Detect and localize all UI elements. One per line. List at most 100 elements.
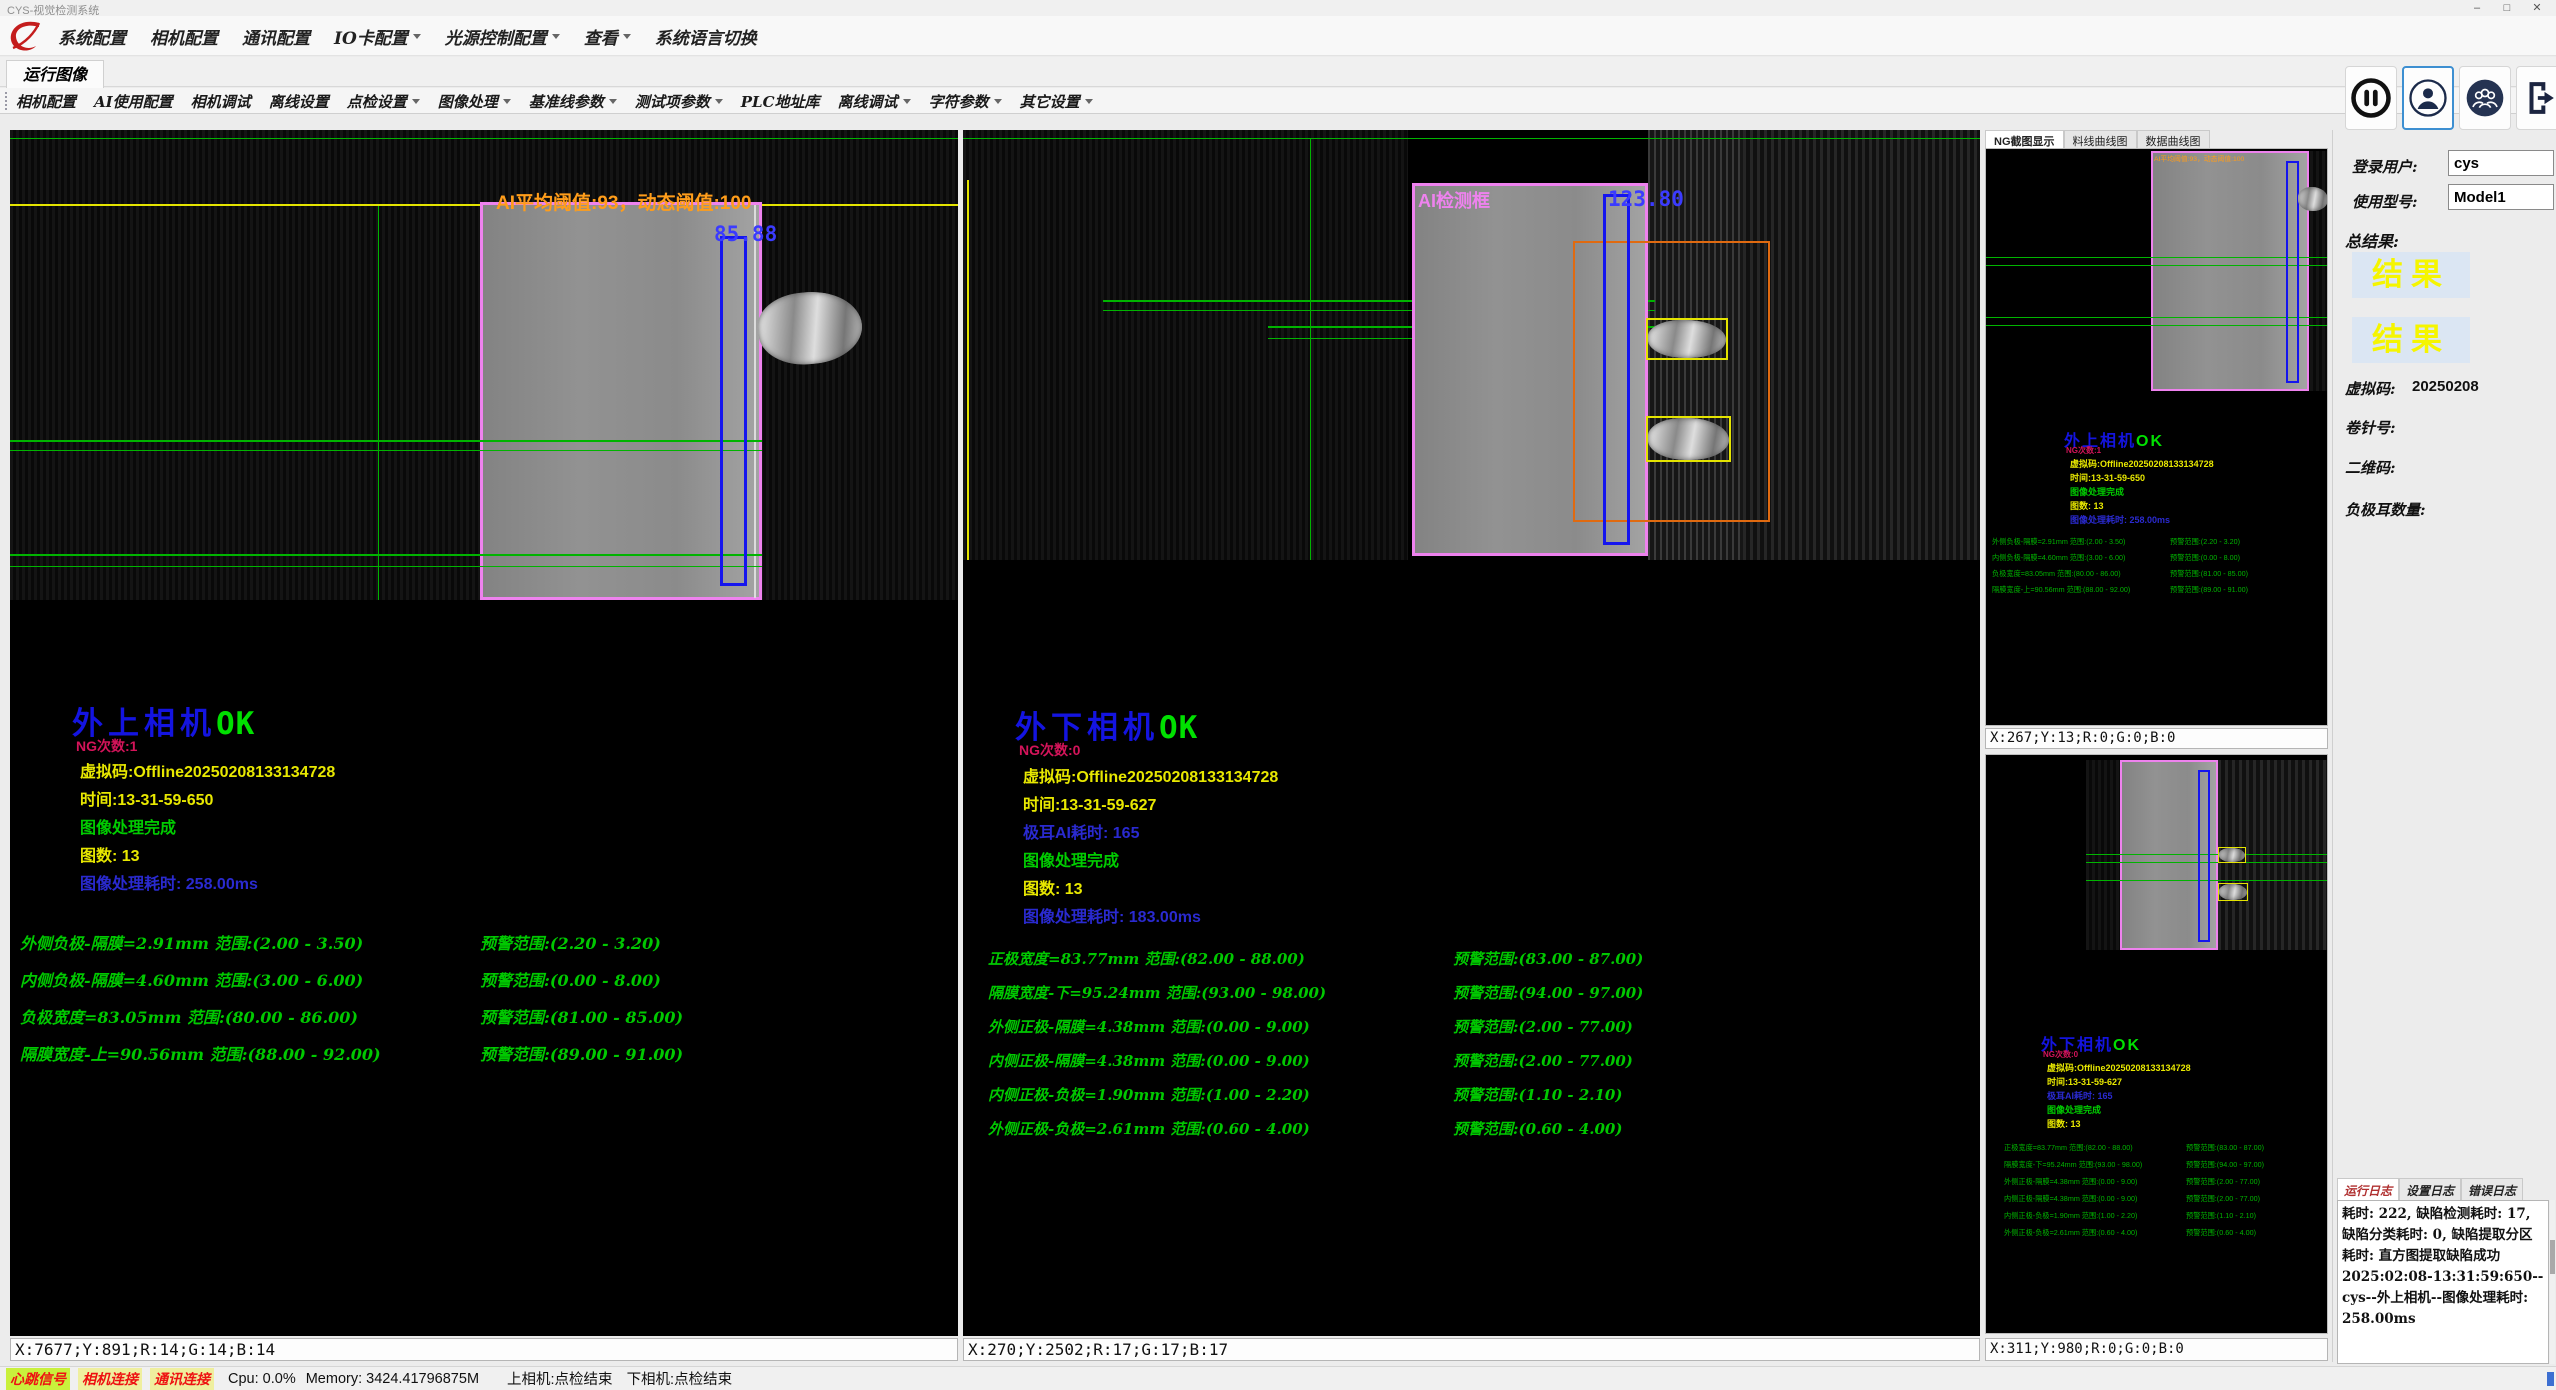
thumb-measurement-row: 内侧负极-隔膜=4.60mm 范围:(3.00 - 6.00)预警范围:(0.0…	[1992, 553, 2327, 563]
maximize-icon[interactable]: □	[2492, 0, 2522, 16]
measure-blue-box	[2286, 161, 2299, 383]
tab-yellow-box	[1646, 416, 1731, 462]
center-camera-image[interactable]: AI检测框 123.80	[963, 130, 1980, 560]
menu-comm-config[interactable]: 通讯配置	[242, 24, 310, 49]
tab-run-log[interactable]: 运行日志	[2337, 1178, 2399, 1200]
total-result-label: 总结果:	[2345, 228, 2399, 252]
minimize-icon[interactable]: –	[2462, 0, 2492, 16]
measure-blue-box	[1603, 194, 1630, 545]
tool-char-params[interactable]: 字符参数	[929, 91, 1002, 112]
thumb-measurement-row: 隔膜宽度-下=95.24mm 范围:(93.00 - 98.00)预警范围:(9…	[2004, 1160, 2328, 1170]
tool-image-processing[interactable]: 图像处理	[438, 91, 511, 112]
pause-button[interactable]	[2345, 66, 2397, 130]
measurement-row: 外侧正极-隔膜=4.38mm 范围:(0.00 - 9.00)预警范围:(2.0…	[988, 1016, 1980, 1036]
time-text: 时间:13-31-59-627	[1023, 791, 1156, 815]
thumb-ng: NG次数:0	[2043, 1049, 2078, 1060]
chevron-down-icon	[903, 99, 911, 104]
measurement-row: 内侧负极-隔膜=4.60mm 范围:(3.00 - 6.00)预警范围:(0.0…	[20, 967, 958, 987]
login-user-label: 登录用户:	[2352, 156, 2418, 177]
ng-count-text: NG次数:1	[76, 736, 137, 756]
thumb-frames: 图数: 13	[2047, 1117, 2081, 1130]
thumb-time: 时间:13-31-59-627	[2047, 1075, 2122, 1088]
menu-io-card-config[interactable]: IO卡配置	[334, 24, 421, 49]
model-label: 使用型号:	[2352, 191, 2418, 212]
sheet-edge-line	[754, 205, 756, 598]
thumb-measurement-row: 正极宽度=83.77mm 范围:(82.00 - 88.00)预警范围:(83.…	[2004, 1143, 2328, 1153]
thumb-measurement-row: 外侧正极-负极=2.61mm 范围:(0.60 - 4.00)预警范围:(0.6…	[2004, 1228, 2328, 1238]
toolbar-grip-handle[interactable]	[5, 92, 8, 110]
chevron-down-icon	[609, 99, 617, 104]
result-badge-lower: 结果	[2352, 317, 2470, 363]
measurement-row: 隔膜宽度-上=90.56mm 范围:(88.00 - 92.00)预警范围:(8…	[20, 1041, 958, 1061]
negative-tab-count-label: 负极耳数量:	[2345, 499, 2426, 520]
tool-offline-debug[interactable]: 离线调试	[838, 91, 911, 112]
tool-baseline-params[interactable]: 基准线参数	[529, 91, 617, 112]
ai-threshold-overlay: AI平均阈值:93，动态阈值:100	[496, 188, 752, 215]
login-user-input[interactable]	[2448, 150, 2554, 176]
user-icon	[2408, 78, 2448, 118]
menu-items: 系统配置 相机配置 通讯配置 IO卡配置 光源控制配置 查看 系统语言切换	[58, 16, 757, 56]
pin-number-label: 卷针号:	[2345, 417, 2396, 438]
window-controls: – □ ✕	[2462, 0, 2552, 16]
tool-test-item-params[interactable]: 测试项参数	[635, 91, 723, 112]
virtual-code-text: 虚拟码:Offline20250208133134728	[1023, 763, 1278, 787]
resize-grip[interactable]	[2547, 1372, 2554, 1386]
memory-usage-text: Memory: 3424.41796875M	[306, 1371, 479, 1387]
log-scrollbar[interactable]	[2550, 1200, 2555, 1364]
thumb-done: 图像处理完成	[2070, 485, 2124, 498]
virtual-code-label: 虚拟码:	[2345, 378, 2396, 399]
app-window: CYS-视觉检测系统 – □ ✕ 系统配置 相机配置 通讯配置 IO卡配置 光源…	[0, 0, 2556, 1390]
tool-spot-check-settings[interactable]: 点检设置	[347, 91, 420, 112]
ng-thumbnail-upper[interactable]: AI平均阈值:93，动态阈值:100 外上相机OK NG次数:1 虚拟码:Off…	[1985, 148, 2328, 726]
thumb-ng: NG次数:1	[2066, 445, 2101, 456]
exit-button[interactable]	[2516, 66, 2556, 130]
tool-camera-debug[interactable]: 相机调试	[191, 91, 251, 112]
thumb-measurement-row: 外侧负极-隔膜=2.91mm 范围:(2.00 - 3.50)预警范围:(2.2…	[1992, 537, 2327, 547]
measure-value-overlay: 123.80	[1608, 187, 1684, 211]
chevron-down-icon	[623, 34, 631, 39]
virtual-code-text: 虚拟码:Offline20250208133134728	[80, 758, 335, 782]
measurement-row: 内侧正极-负极=1.90mm 范围:(1.00 - 2.20)预警范围:(1.1…	[988, 1084, 1980, 1104]
thumb-measurement-row: 内侧正极-负极=1.90mm 范围:(1.00 - 2.20)预警范围:(1.1…	[2004, 1211, 2328, 1221]
login-user-button[interactable]	[2402, 66, 2454, 130]
upper-camera-status-text: 上相机:点检结束	[507, 1368, 613, 1389]
virtual-code-value: 20250208	[2412, 378, 2479, 395]
frame-count-text: 图数: 13	[80, 842, 140, 866]
process-elapsed-text: 图像处理耗时: 258.00ms	[80, 870, 258, 894]
thumb-time: 时间:13-31-59-650	[2070, 471, 2145, 484]
tool-ai-usage-config[interactable]: AI使用配置	[94, 91, 173, 112]
tab-data-curve[interactable]: 数据曲线图	[2137, 130, 2210, 148]
left-camera-image[interactable]: AI平均阈值:93，动态阈值:100 85.88	[10, 130, 958, 600]
ng-thumbnail-lower[interactable]: 外下相机OK NG次数:0 虚拟码:Offline202502081331347…	[1985, 754, 2328, 1334]
close-icon[interactable]: ✕	[2522, 0, 2552, 16]
model-input[interactable]	[2448, 184, 2554, 210]
tab-settings-log[interactable]: 设置日志	[2399, 1178, 2461, 1200]
tool-camera-config[interactable]: 相机配置	[16, 91, 76, 112]
tool-offline-settings[interactable]: 离线设置	[269, 91, 329, 112]
tool-plc-address-lib[interactable]: PLC地址库	[741, 91, 820, 112]
tab-ng-screenshot[interactable]: NG截图显示	[1985, 130, 2064, 148]
menu-camera-config[interactable]: 相机配置	[150, 24, 218, 49]
tool-other-settings[interactable]: 其它设置	[1020, 91, 1093, 112]
thumb-ai-elapsed: 极耳AI耗时: 165	[2047, 1089, 2113, 1102]
user-group-icon	[2465, 78, 2505, 118]
measurement-row: 隔膜宽度-下=95.24mm 范围:(93.00 - 98.00)预警范围:(9…	[988, 982, 1980, 1002]
lower-camera-status-text: 下相机:点检结束	[627, 1368, 733, 1389]
menu-view[interactable]: 查看	[584, 24, 631, 49]
tab-material-curve[interactable]: 料线曲线图	[2064, 130, 2137, 148]
thumb-ai-text: AI平均阈值:93，动态阈值:100	[2154, 154, 2244, 163]
measurement-row: 外侧正极-负极=2.61mm 范围:(0.60 - 4.00)预警范围:(0.6…	[988, 1118, 1980, 1138]
status-bar: 心跳信号 相机连接 通讯连接 Cpu: 0.0% Memory: 3424.41…	[0, 1366, 2556, 1390]
user-manage-button[interactable]	[2459, 66, 2511, 130]
view-tab-row: 运行图像	[0, 57, 2556, 87]
menu-light-config[interactable]: 光源控制配置	[445, 24, 560, 49]
measurement-row: 内侧正极-隔膜=4.38mm 范围:(0.00 - 9.00)预警范围:(2.0…	[988, 1050, 1980, 1070]
thumb-done: 图像处理完成	[2047, 1103, 2101, 1116]
menu-system-config[interactable]: 系统配置	[58, 24, 126, 49]
menu-language-switch[interactable]: 系统语言切换	[655, 24, 757, 49]
tab-run-image[interactable]: 运行图像	[6, 60, 104, 88]
chevron-down-icon	[552, 34, 560, 39]
tab-error-log[interactable]: 错误日志	[2461, 1178, 2523, 1200]
frame-count-text: 图数: 13	[1023, 875, 1083, 899]
log-scrollbar-thumb[interactable]	[2550, 1240, 2555, 1274]
